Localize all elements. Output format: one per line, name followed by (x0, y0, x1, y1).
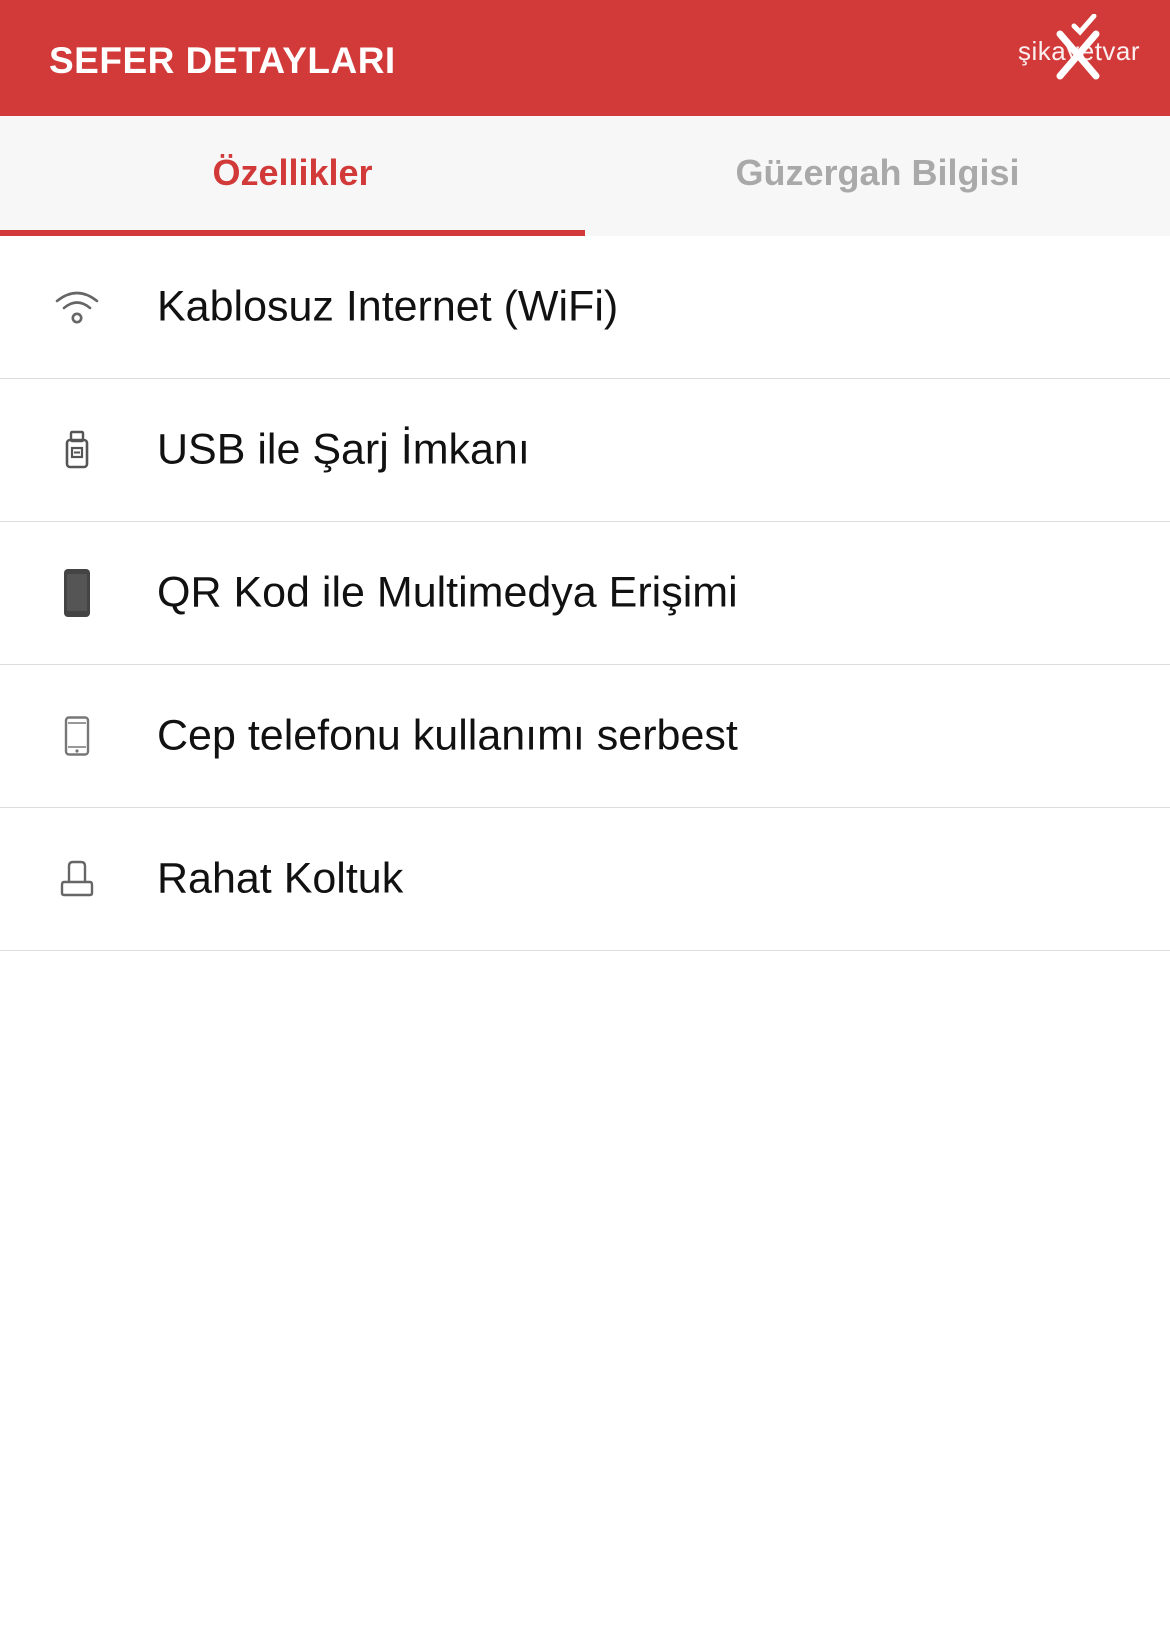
feature-label: QR Kod ile Multimedya Erişimi (157, 568, 738, 617)
tab-bar: Özellikler Güzergah Bilgisi (0, 116, 1170, 236)
list-item: QR Kod ile Multimedya Erişimi (0, 522, 1170, 665)
tab-guzergah-bilgisi[interactable]: Güzergah Bilgisi (585, 116, 1170, 236)
feature-label: Kablosuz Internet (WiFi) (157, 282, 619, 331)
usb-icon (52, 425, 102, 475)
page-title: SEFER DETAYLARI (49, 40, 396, 81)
tablet-icon (52, 568, 102, 618)
list-item: USB ile Şarj İmkanı (0, 379, 1170, 522)
feature-label: Cep telefonu kullanımı serbest (157, 711, 738, 760)
wifi-icon (52, 282, 102, 332)
mobile-phone-icon (52, 711, 102, 761)
list-item: Cep telefonu kullanımı serbest (0, 665, 1170, 808)
watermark-x-icon (1056, 14, 1100, 80)
tab-ozellikler[interactable]: Özellikler (0, 116, 585, 236)
header-bar: SEFER DETAYLARI şikayetvar (0, 0, 1170, 116)
feature-label: USB ile Şarj İmkanı (157, 425, 530, 474)
features-list: Kablosuz Internet (WiFi) USB ile Şarj İm… (0, 236, 1170, 951)
list-item: Kablosuz Internet (WiFi) (0, 236, 1170, 379)
list-item: Rahat Koltuk (0, 808, 1170, 951)
watermark-logo: şikayetvar (1018, 10, 1158, 80)
seat-icon (52, 854, 102, 904)
feature-label: Rahat Koltuk (157, 854, 404, 903)
app: SEFER DETAYLARI şikayetvar Özellikler Gü… (0, 0, 1170, 1642)
